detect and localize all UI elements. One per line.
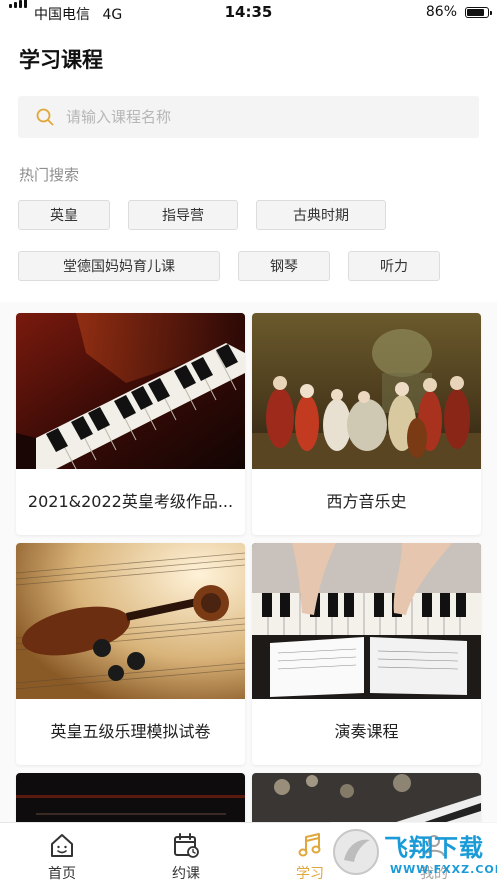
hot-tag[interactable]: 钢琴	[238, 251, 330, 281]
classical-painting-image	[252, 313, 481, 469]
hot-tag[interactable]: 英皇	[18, 200, 110, 230]
svg-text:WWW.FXXZ.COM: WWW.FXXZ.COM	[390, 863, 497, 876]
violin-sheet-music-image	[16, 543, 245, 699]
tab-label: 约课	[172, 866, 200, 882]
music-note-icon	[298, 833, 321, 857]
course-card[interactable]: 演奏课程	[252, 543, 481, 765]
hot-tag[interactable]: 指导营	[128, 200, 238, 230]
course-title: 英皇五级乐理模拟试卷	[50, 722, 211, 741]
hot-tag[interactable]: 堂德国妈妈育儿课	[18, 251, 220, 281]
course-title: 演奏课程	[334, 722, 399, 741]
calendar-icon	[174, 833, 199, 858]
hands-on-piano-image	[252, 543, 481, 699]
grand-piano-keys-image	[16, 313, 245, 469]
status-bar: 中国电信 4G 14:35 86%	[0, 0, 497, 26]
clock: 14:35	[224, 3, 273, 21]
course-title: 2021&2022英皇考级作品...	[27, 492, 234, 511]
search-icon	[36, 108, 54, 126]
tab-label: 首页	[48, 866, 76, 882]
hot-tag[interactable]: 古典时期	[256, 200, 386, 230]
battery-percent: 86%	[425, 4, 457, 20]
course-card[interactable]: 2021&2022英皇考级作品...	[16, 313, 245, 535]
tab-home[interactable]: 首页	[0, 823, 124, 884]
search-input[interactable]	[66, 96, 466, 138]
course-card[interactable]: 英皇五级乐理模拟试卷	[16, 543, 245, 765]
hot-tag[interactable]: 听力	[348, 251, 440, 281]
hot-search-title: 热门搜索	[19, 166, 80, 184]
search-bar[interactable]	[18, 96, 479, 138]
watermark-logo: 飞翔下载 WWW.FXXZ.COM	[330, 822, 497, 883]
course-title: 西方音乐史	[326, 492, 407, 511]
course-card[interactable]: 西方音乐史	[252, 313, 481, 535]
home-icon	[51, 834, 73, 857]
tab-booking[interactable]: 约课	[124, 823, 248, 884]
page-title: 学习课程	[19, 48, 103, 72]
battery-icon	[465, 7, 492, 18]
svg-text:飞翔下载: 飞翔下载	[384, 834, 484, 862]
